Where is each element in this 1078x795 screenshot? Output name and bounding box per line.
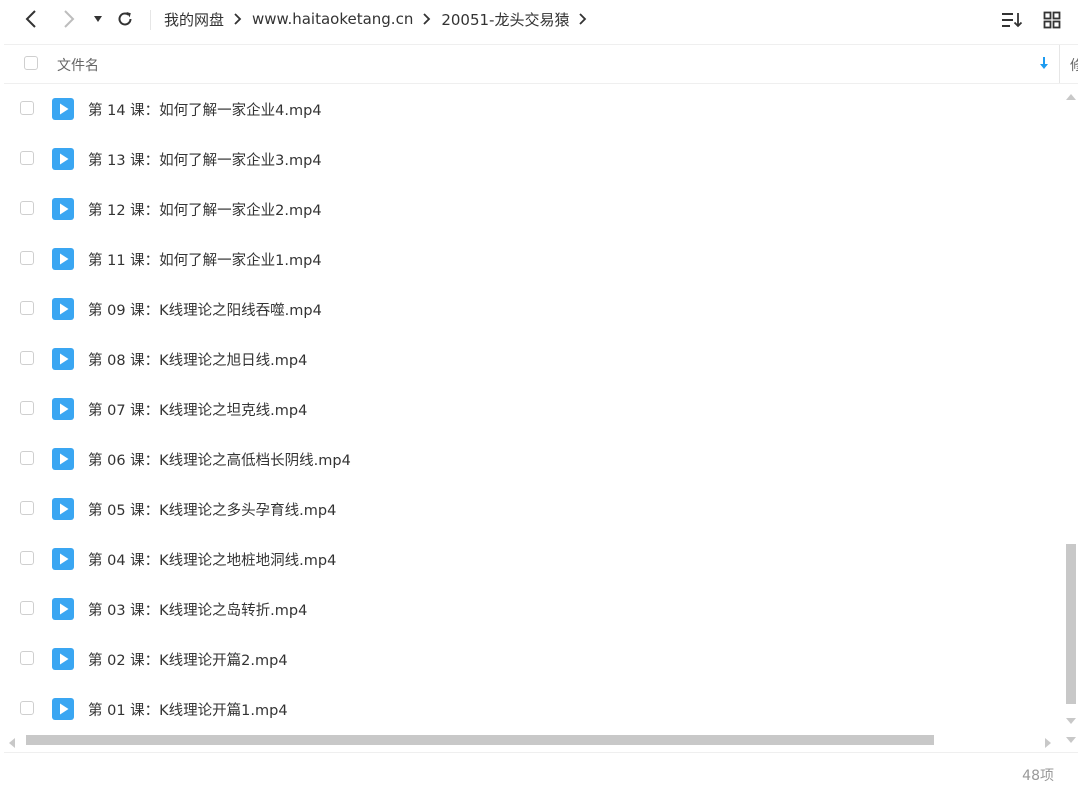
file-row[interactable]: 第 01 课：K线理论开篇1.mp4 (4, 684, 1064, 734)
sort-list-icon (1002, 13, 1023, 28)
toolbar-divider (150, 10, 151, 30)
file-row[interactable]: 第 14 课：如何了解一家企业4.mp4 (4, 84, 1064, 134)
file-name[interactable]: 第 07 课：K线理论之坦克线.mp4 (88, 399, 307, 420)
select-all-checkbox[interactable] (24, 56, 38, 70)
video-file-icon (51, 97, 75, 125)
row-checkbox[interactable] (20, 401, 34, 415)
row-checkbox[interactable] (20, 301, 34, 315)
refresh-icon (118, 12, 132, 26)
row-checkbox[interactable] (20, 451, 34, 465)
video-file-icon (51, 647, 75, 675)
status-bar: 48项 (4, 752, 1078, 795)
chevron-left-icon (25, 10, 36, 28)
file-row[interactable]: 第 11 课：如何了解一家企业1.mp4 (4, 234, 1064, 284)
file-row[interactable]: 第 03 课：K线理论之岛转折.mp4 (4, 584, 1064, 634)
row-checkbox[interactable] (20, 251, 34, 265)
file-row[interactable]: 第 13 课：如何了解一家企业3.mp4 (4, 134, 1064, 184)
scroll-down-icon[interactable] (1064, 732, 1078, 751)
video-file-icon (51, 197, 75, 225)
video-file-icon (51, 247, 75, 275)
column-resize-handle[interactable] (1059, 45, 1060, 83)
file-name[interactable]: 第 13 课：如何了解一家企业3.mp4 (88, 149, 322, 170)
file-name[interactable]: 第 05 课：K线理论之多头孕育线.mp4 (88, 499, 336, 520)
chevron-right-icon (64, 10, 75, 28)
vertical-scroll-thumb[interactable] (1066, 544, 1076, 704)
back-button[interactable] (16, 4, 46, 34)
scroll-up-icon[interactable] (1065, 86, 1077, 105)
scroll-down-icon[interactable] (1065, 710, 1077, 729)
scroll-left-icon[interactable] (8, 734, 16, 753)
column-name-header[interactable]: 文件名 (57, 55, 99, 75)
item-count: 48项 (1022, 768, 1054, 784)
chevron-right-icon[interactable] (578, 13, 587, 25)
file-row[interactable]: 第 06 课：K线理论之高低档长阴线.mp4 (4, 434, 1064, 484)
video-file-icon (51, 547, 75, 575)
file-name[interactable]: 第 02 课：K线理论开篇2.mp4 (88, 649, 288, 670)
horizontal-scroll-thumb[interactable] (26, 735, 934, 745)
breadcrumb-item-current[interactable]: 20051-龙头交易猿 (441, 9, 569, 30)
video-file-icon (51, 597, 75, 625)
video-file-icon (51, 497, 75, 525)
file-name[interactable]: 第 03 课：K线理论之岛转折.mp4 (88, 599, 307, 620)
column-header: 文件名 修 (4, 44, 1078, 84)
video-file-icon (51, 297, 75, 325)
sort-button[interactable] (998, 6, 1026, 34)
video-file-icon (51, 397, 75, 425)
file-browser-window: 我的网盘 www.haitaoketang.cn 20051-龙头交易猿 文件名… (0, 0, 1078, 795)
toolbar: 我的网盘 www.haitaoketang.cn 20051-龙头交易猿 (0, 0, 1078, 40)
forward-button[interactable] (54, 4, 84, 34)
file-name[interactable]: 第 14 课：如何了解一家企业4.mp4 (88, 99, 322, 120)
column-modified-header[interactable]: 修 (1070, 55, 1078, 75)
sort-descending-icon[interactable] (1039, 55, 1049, 74)
grid-view-button[interactable] (1038, 6, 1066, 34)
file-row[interactable]: 第 12 课：如何了解一家企业2.mp4 (4, 184, 1064, 234)
row-checkbox[interactable] (20, 151, 34, 165)
breadcrumb-item-root[interactable]: 我的网盘 (164, 9, 224, 30)
chevron-right-icon (233, 13, 242, 25)
breadcrumb-item-folder[interactable]: www.haitaoketang.cn (252, 10, 413, 28)
history-dropdown-button[interactable] (86, 4, 110, 34)
file-row[interactable]: 第 08 课：K线理论之旭日线.mp4 (4, 334, 1064, 384)
row-checkbox[interactable] (20, 501, 34, 515)
dropdown-icon (94, 16, 102, 22)
row-checkbox[interactable] (20, 351, 34, 365)
scroll-right-icon[interactable] (1044, 734, 1052, 753)
file-list: 第 14 课：如何了解一家企业4.mp4 第 13 课：如何了解一家企业3.mp4… (4, 84, 1064, 734)
file-row[interactable]: 第 09 课：K线理论之阳线吞噬.mp4 (4, 284, 1064, 334)
chevron-right-icon (422, 13, 431, 25)
video-file-icon (51, 447, 75, 475)
row-checkbox[interactable] (20, 551, 34, 565)
file-row[interactable]: 第 05 课：K线理论之多头孕育线.mp4 (4, 484, 1064, 534)
file-name[interactable]: 第 09 课：K线理论之阳线吞噬.mp4 (88, 299, 322, 320)
row-checkbox[interactable] (20, 651, 34, 665)
vertical-scrollbar[interactable] (1064, 84, 1078, 734)
row-checkbox[interactable] (20, 201, 34, 215)
row-checkbox[interactable] (20, 701, 34, 715)
horizontal-scrollbar[interactable] (4, 732, 1062, 748)
video-file-icon (51, 697, 75, 725)
file-name[interactable]: 第 06 课：K线理论之高低档长阴线.mp4 (88, 449, 351, 470)
file-name[interactable]: 第 08 课：K线理论之旭日线.mp4 (88, 349, 307, 370)
file-row[interactable]: 第 07 课：K线理论之坦克线.mp4 (4, 384, 1064, 434)
file-name[interactable]: 第 12 课：如何了解一家企业2.mp4 (88, 199, 322, 220)
file-name[interactable]: 第 11 课：如何了解一家企业1.mp4 (88, 249, 322, 270)
row-checkbox[interactable] (20, 601, 34, 615)
file-name[interactable]: 第 01 课：K线理论开篇1.mp4 (88, 699, 288, 720)
video-file-icon (51, 347, 75, 375)
video-file-icon (51, 147, 75, 175)
file-row[interactable]: 第 04 课：K线理论之地桩地洞线.mp4 (4, 534, 1064, 584)
refresh-button[interactable] (110, 4, 140, 34)
grid-view-icon (1043, 11, 1061, 29)
file-row[interactable]: 第 02 课：K线理论开篇2.mp4 (4, 634, 1064, 684)
row-checkbox[interactable] (20, 101, 34, 115)
breadcrumb: 我的网盘 www.haitaoketang.cn 20051-龙头交易猿 (164, 0, 597, 38)
view-controls (998, 6, 1066, 34)
file-name[interactable]: 第 04 课：K线理论之地桩地洞线.mp4 (88, 549, 336, 570)
